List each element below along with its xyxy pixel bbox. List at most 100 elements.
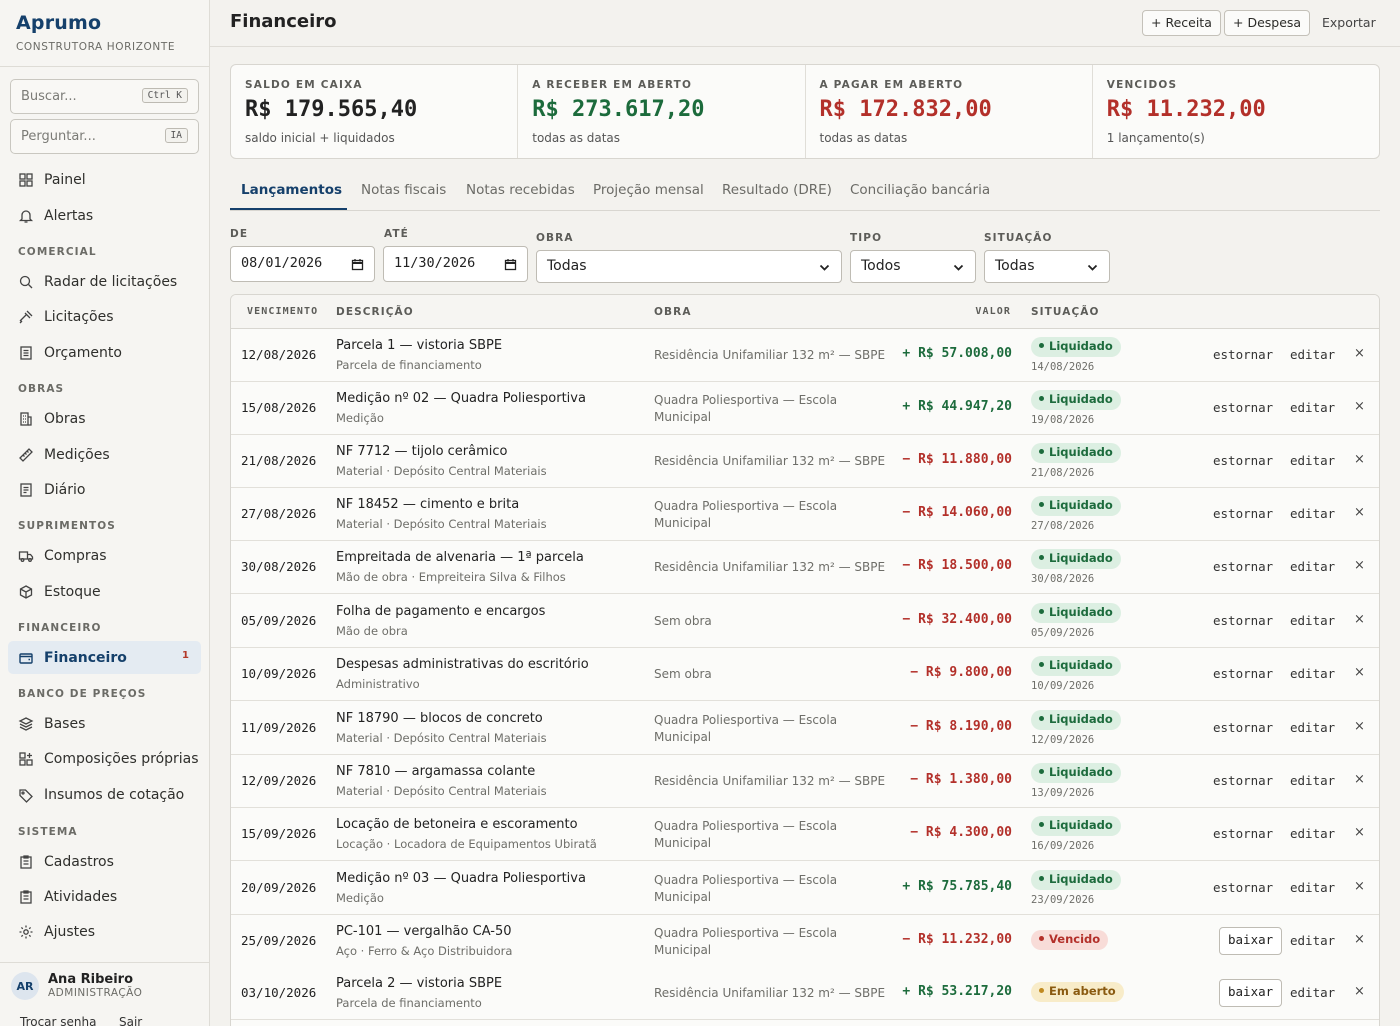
estornar-button[interactable]: estornar xyxy=(1213,666,1273,681)
estornar-button[interactable]: estornar xyxy=(1213,347,1273,362)
nav-radar[interactable]: Radar de licitações xyxy=(8,265,201,298)
col-situacao[interactable]: SITUAÇÃO xyxy=(1031,306,1100,318)
tab-lancamentos[interactable]: Lançamentos xyxy=(241,182,342,198)
calendar-icon[interactable] xyxy=(504,258,517,271)
estornar-button[interactable]: estornar xyxy=(1213,826,1273,841)
estornar-button[interactable]: estornar xyxy=(1213,880,1273,895)
table-row[interactable]: 25/09/2026 PC-101 — vergalhão CA-50 Aço … xyxy=(231,915,1379,968)
date-from-input[interactable]: 08/01/2026 xyxy=(230,246,375,282)
delete-icon[interactable]: × xyxy=(1354,665,1365,680)
kpi-value: R$ 11.232,00 xyxy=(1106,97,1266,122)
edit-button[interactable]: editar xyxy=(1290,826,1335,841)
logout-link[interactable]: Sair xyxy=(119,1015,142,1026)
edit-button[interactable]: editar xyxy=(1290,720,1335,735)
nav-atividades[interactable]: Atividades xyxy=(8,880,201,913)
estornar-button[interactable]: estornar xyxy=(1213,720,1273,735)
table-row[interactable]: 05/09/2026 Folha de pagamento e encargos… xyxy=(231,595,1379,648)
delete-icon[interactable]: × xyxy=(1354,346,1365,361)
obra-select[interactable]: Todas xyxy=(536,250,842,283)
nav-compras[interactable]: Compras xyxy=(8,539,201,572)
export-button[interactable]: Exportar xyxy=(1322,15,1376,30)
edit-button[interactable]: editar xyxy=(1290,453,1335,468)
add-receita-button[interactable]: + Receita xyxy=(1142,10,1221,36)
nav-medicoes[interactable]: Medições xyxy=(8,438,201,471)
col-obra[interactable]: OBRA xyxy=(654,306,692,318)
nav-painel[interactable]: Painel xyxy=(8,163,201,196)
edit-button[interactable]: editar xyxy=(1290,506,1335,521)
tab-notas-recebidas[interactable]: Notas recebidas xyxy=(466,182,575,198)
delete-icon[interactable]: × xyxy=(1354,505,1365,520)
baixar-button[interactable]: baixar xyxy=(1219,927,1283,955)
edit-button[interactable]: editar xyxy=(1290,666,1335,681)
edit-button[interactable]: editar xyxy=(1290,613,1335,628)
baixar-button[interactable]: baixar xyxy=(1219,979,1283,1007)
delete-icon[interactable]: × xyxy=(1354,932,1365,947)
search-input[interactable]: Buscar... Ctrl K xyxy=(10,79,199,114)
avatar[interactable]: AR xyxy=(11,972,39,1000)
nav-orcamento[interactable]: Orçamento xyxy=(8,336,201,369)
nav-diario[interactable]: Diário xyxy=(8,473,201,506)
delete-icon[interactable]: × xyxy=(1354,772,1365,787)
table-row[interactable]: 12/08/2026 Parcela 1 — vistoria SBPE Par… xyxy=(231,329,1379,382)
delete-icon[interactable]: × xyxy=(1354,879,1365,894)
add-despesa-button[interactable]: + Despesa xyxy=(1224,10,1311,36)
nav-insumos[interactable]: Insumos de cotação xyxy=(8,778,201,811)
edit-button[interactable]: editar xyxy=(1290,933,1335,948)
estornar-button[interactable]: estornar xyxy=(1213,773,1273,788)
calendar-icon[interactable] xyxy=(351,258,364,271)
status-text: Liquidado xyxy=(1049,392,1113,406)
delete-icon[interactable]: × xyxy=(1354,984,1365,999)
estornar-button[interactable]: estornar xyxy=(1213,400,1273,415)
table-row[interactable]: 11/09/2026 NF 18790 — blocos de concreto… xyxy=(231,702,1379,755)
table-row[interactable]: 20/09/2026 Medição nº 03 — Quadra Polies… xyxy=(231,862,1379,915)
col-vencimento[interactable]: VENCIMENTO xyxy=(247,306,318,317)
delete-icon[interactable]: × xyxy=(1354,558,1365,573)
table-row[interactable]: 10/09/2026 Despesas administrativas do e… xyxy=(231,648,1379,701)
table-row[interactable]: 15/08/2026 Medição nº 02 — Quadra Polies… xyxy=(231,382,1379,435)
description: NF 18790 — blocos de concreto xyxy=(336,711,543,726)
delete-icon[interactable]: × xyxy=(1354,399,1365,414)
table-row[interactable]: 03/10/2026 Parcela 2 — vistoria SBPE Par… xyxy=(231,967,1379,1020)
estornar-button[interactable]: estornar xyxy=(1213,506,1273,521)
tab-notas-fiscais[interactable]: Notas fiscais xyxy=(361,182,446,198)
estornar-button[interactable]: estornar xyxy=(1213,613,1273,628)
col-valor[interactable]: VALOR xyxy=(975,306,1011,317)
delete-icon[interactable]: × xyxy=(1354,825,1365,840)
nav-obras[interactable]: Obras xyxy=(8,402,201,435)
edit-button[interactable]: editar xyxy=(1290,985,1335,1000)
delete-icon[interactable]: × xyxy=(1354,719,1365,734)
brand[interactable]: Aprumo CONSTRUTORA HORIZONTE xyxy=(16,12,175,53)
nav-estoque[interactable]: Estoque xyxy=(8,575,201,608)
nav-licitacoes[interactable]: Licitações xyxy=(8,300,201,333)
nav-composicoes[interactable]: Composições próprias xyxy=(8,742,201,775)
nav-financeiro[interactable]: Financeiro 1 xyxy=(8,641,201,674)
situacao-select[interactable]: Todas xyxy=(984,250,1110,283)
ask-ai-input[interactable]: Perguntar... IA xyxy=(10,119,199,154)
tipo-select[interactable]: Todos xyxy=(850,250,976,283)
edit-button[interactable]: editar xyxy=(1290,880,1335,895)
edit-button[interactable]: editar xyxy=(1290,400,1335,415)
table-row[interactable]: 15/09/2026 Locação de betoneira e escora… xyxy=(231,808,1379,861)
delete-icon[interactable]: × xyxy=(1354,452,1365,467)
table-row[interactable]: 30/08/2026 Empreitada de alvenaria — 1ª … xyxy=(231,541,1379,594)
nav-bases[interactable]: Bases xyxy=(8,707,201,740)
status-text: Liquidado xyxy=(1049,765,1113,779)
date-to-input[interactable]: 11/30/2026 xyxy=(383,246,528,282)
edit-button[interactable]: editar xyxy=(1290,559,1335,574)
edit-button[interactable]: editar xyxy=(1290,773,1335,788)
tab-conciliacao-bancaria[interactable]: Conciliação bancária xyxy=(850,182,990,198)
tab-resultado-dre[interactable]: Resultado (DRE) xyxy=(722,182,832,198)
table-row[interactable]: 12/09/2026 NF 7810 — argamassa colante M… xyxy=(231,755,1379,808)
col-descricao[interactable]: DESCRIÇÃO xyxy=(336,306,414,318)
edit-button[interactable]: editar xyxy=(1290,347,1335,362)
table-row[interactable]: 27/08/2026 NF 18452 — cimento e brita Ma… xyxy=(231,488,1379,541)
estornar-button[interactable]: estornar xyxy=(1213,453,1273,468)
table-row[interactable]: 21/08/2026 NF 7712 — tijolo cerâmico Mat… xyxy=(231,435,1379,488)
nav-cadastros[interactable]: Cadastros xyxy=(8,845,201,878)
nav-alertas[interactable]: Alertas xyxy=(8,199,201,232)
delete-icon[interactable]: × xyxy=(1354,612,1365,627)
estornar-button[interactable]: estornar xyxy=(1213,559,1273,574)
change-password-link[interactable]: Trocar senha xyxy=(20,1015,96,1026)
tab-projecao-mensal[interactable]: Projeção mensal xyxy=(593,182,704,198)
nav-ajustes[interactable]: Ajustes xyxy=(8,915,201,948)
